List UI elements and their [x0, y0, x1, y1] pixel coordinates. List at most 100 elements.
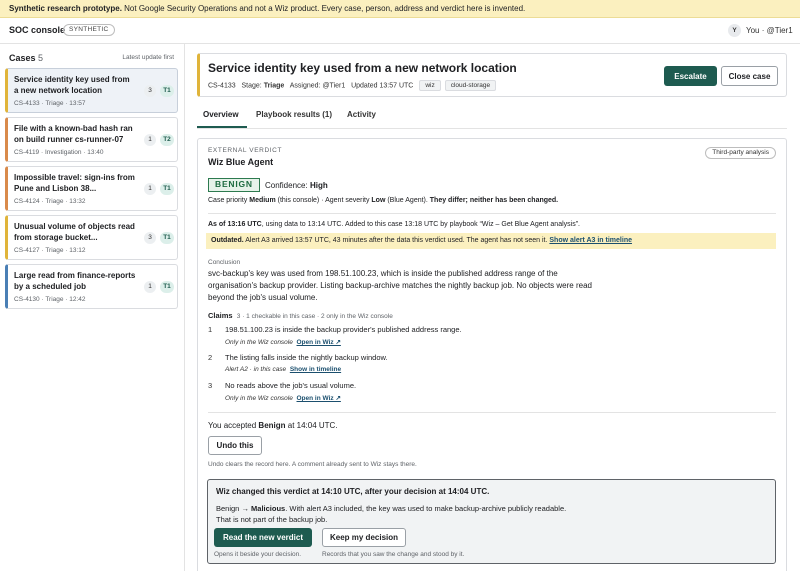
- sort-label[interactable]: Latest update first: [122, 54, 174, 61]
- tier-badge: T2: [160, 134, 174, 146]
- show-alert-a3-link[interactable]: Show alert A3 in timeline: [549, 237, 632, 244]
- case-card[interactable]: Large read from finance-reports by a sch…: [5, 264, 178, 309]
- tier-badge: T1: [160, 183, 174, 195]
- case-card[interactable]: File with a known-bad hash ran on build …: [5, 117, 178, 162]
- confidence-value: High: [309, 181, 328, 190]
- claims-count: 3 · 1 checkable in this case · 2 only in…: [236, 313, 393, 320]
- tag: cloud-storage: [444, 80, 497, 91]
- priority-mid: (this console) · Agent severity: [275, 197, 372, 204]
- cases-title: Cases: [9, 53, 36, 63]
- divider: [208, 412, 776, 413]
- priority-pre: Case priority: [208, 197, 250, 204]
- read-hint: Opens it beside your decision.: [214, 551, 302, 558]
- agent-severity: Low: [371, 197, 386, 204]
- verdict-changed-notice: Wiz changed this verdict at 14:10 UTC, a…: [207, 479, 776, 564]
- case-card-meta: CS-4119 · Investigation · 13:40: [14, 149, 104, 156]
- changed-title: Wiz changed this verdict at 14:10 UTC, a…: [216, 487, 490, 496]
- case-card-title: Unusual volume of objects read from stor…: [14, 222, 135, 242]
- close-case-button[interactable]: Close case: [721, 66, 778, 86]
- updated: Updated 13:57 UTC: [351, 82, 414, 90]
- undo-hint: Undo clears the record here. A comment a…: [208, 461, 417, 468]
- keep-decision-button[interactable]: Keep my decision: [322, 528, 406, 547]
- alert-count-badge: 3: [144, 232, 156, 244]
- claim-link[interactable]: Open in Wiz ↗: [297, 339, 341, 346]
- stage-label: Stage:: [241, 82, 262, 90]
- conclusion-text: svc-backup's key was used from 198.51.10…: [208, 269, 592, 302]
- case-meta: CS-4133 Stage: Triage Assigned: @Tier1 U…: [208, 80, 497, 91]
- cases-count: 5: [38, 53, 44, 63]
- case-card-title: Impossible travel: sign-ins from Pune an…: [14, 173, 135, 193]
- third-party-badge: Third-party analysis: [705, 147, 776, 159]
- as-of-time: As of 13:16 UTC: [208, 221, 262, 228]
- app-title: SOC console: [9, 25, 66, 35]
- claim-source: Only in the Wiz console Open in Wiz ↗: [225, 338, 341, 346]
- assigned: Assigned: @Tier1: [289, 82, 346, 90]
- prototype-banner: Synthetic research prototype. Not Google…: [0, 0, 800, 18]
- claim-link[interactable]: Show in timeline: [290, 366, 341, 373]
- priority-line: Case priority Medium (this console) · Ag…: [208, 197, 558, 204]
- cases-heading: Cases 5: [9, 53, 43, 63]
- claim-number: 1: [208, 325, 213, 334]
- external-verdict-card: EXTERNAL VERDICT Wiz Blue Agent Third-pa…: [197, 138, 787, 571]
- accepted-line: You accepted Benign at 14:04 UTC.: [208, 421, 338, 430]
- confidence-label: Confidence:: [265, 181, 308, 190]
- tabs-divider: [197, 128, 787, 129]
- alert-count-badge: 1: [144, 281, 156, 293]
- verdict-badge: BENIGN: [208, 178, 260, 192]
- escalate-button[interactable]: Escalate: [664, 66, 717, 86]
- accepted-post: at 14:04 UTC.: [285, 421, 338, 430]
- user-label[interactable]: You · @Tier1: [746, 26, 793, 35]
- case-list-sidebar: Cases 5 Latest update first Service iden…: [0, 44, 185, 571]
- case-card-meta: CS-4124 · Triage · 13:32: [14, 198, 86, 205]
- tab-activity[interactable]: Activity: [347, 110, 376, 119]
- accepted-pre: You accepted: [208, 421, 259, 430]
- case-priority: Medium: [249, 197, 276, 204]
- change-from: Benign: [216, 504, 240, 513]
- tab-overview[interactable]: Overview: [203, 110, 239, 119]
- claim-number: 3: [208, 381, 213, 390]
- claims-heading: Claims 3 · 1 checkable in this case · 2 …: [208, 311, 393, 320]
- undo-button[interactable]: Undo this: [208, 436, 262, 455]
- changed-body: Benign → Malicious. With alert A3 includ…: [216, 503, 576, 525]
- keep-hint: Records that you saw the change and stoo…: [322, 551, 465, 558]
- case-card-title: Service identity key used from a new net…: [14, 75, 130, 95]
- read-new-verdict-button[interactable]: Read the new verdict: [214, 528, 312, 547]
- avatar[interactable]: Y: [728, 24, 741, 37]
- conclusion-label: Conclusion: [208, 259, 241, 266]
- claim-source-text: Only in the Wiz console: [225, 395, 293, 402]
- tab-playbook-results[interactable]: Playbook results (1): [256, 110, 332, 119]
- claim-text: No reads above the job's usual volume.: [225, 381, 357, 390]
- tier-badge: T1: [160, 281, 174, 293]
- stage-value: Triage: [263, 82, 285, 90]
- priority-note: They differ; neither has been changed.: [429, 197, 559, 204]
- case-card[interactable]: Unusual volume of objects read from stor…: [5, 215, 178, 260]
- tag: wiz: [419, 80, 441, 91]
- alert-count-badge: 3: [144, 85, 156, 97]
- case-card-title: File with a known-bad hash ran on build …: [14, 124, 133, 144]
- claim-link[interactable]: Open in Wiz ↗: [297, 395, 341, 402]
- tier-badge: T1: [160, 232, 174, 244]
- banner-text: Not Google Security Operations and not a…: [121, 4, 526, 13]
- alert-count-badge: 1: [144, 134, 156, 146]
- claim-source-text: Only in the Wiz console: [225, 339, 293, 346]
- outdated-label: Outdated.: [211, 237, 244, 244]
- claim-source-text: Alert A2 · in this case: [225, 366, 287, 373]
- priority-post: (Blue Agent).: [385, 197, 430, 204]
- claim-text: 198.51.100.23 is inside the backup provi…: [225, 325, 462, 334]
- tier-badge: T1: [160, 85, 174, 97]
- case-card[interactable]: Impossible travel: sign-ins from Pune an…: [5, 166, 178, 211]
- outdated-notice: Outdated. Alert A3 arrived 13:57 UTC, 43…: [206, 233, 776, 249]
- agent-name: Wiz Blue Agent: [208, 157, 274, 167]
- banner-bold: Synthetic research prototype.: [9, 4, 122, 13]
- case-card-title: Large read from finance-reports by a sch…: [14, 271, 136, 291]
- top-bar: SOC console SYNTHETIC Y You · @Tier1: [0, 18, 800, 44]
- change-to: Malicious: [251, 504, 286, 513]
- case-title: Service identity key used from a new net…: [208, 61, 517, 75]
- divider: [208, 213, 776, 214]
- as-of-text: , using data to 13:14 UTC. Added to this…: [261, 221, 580, 228]
- outdated-text: Alert A3 arrived 13:57 UTC, 43 minutes a…: [243, 237, 550, 244]
- accepted-verdict: Benign: [258, 421, 286, 430]
- as-of-line: As of 13:16 UTC, using data to 13:14 UTC…: [208, 221, 580, 228]
- case-card-meta: CS-4130 · Triage · 12:42: [14, 296, 86, 303]
- case-card[interactable]: Service identity key used from a new net…: [5, 68, 178, 113]
